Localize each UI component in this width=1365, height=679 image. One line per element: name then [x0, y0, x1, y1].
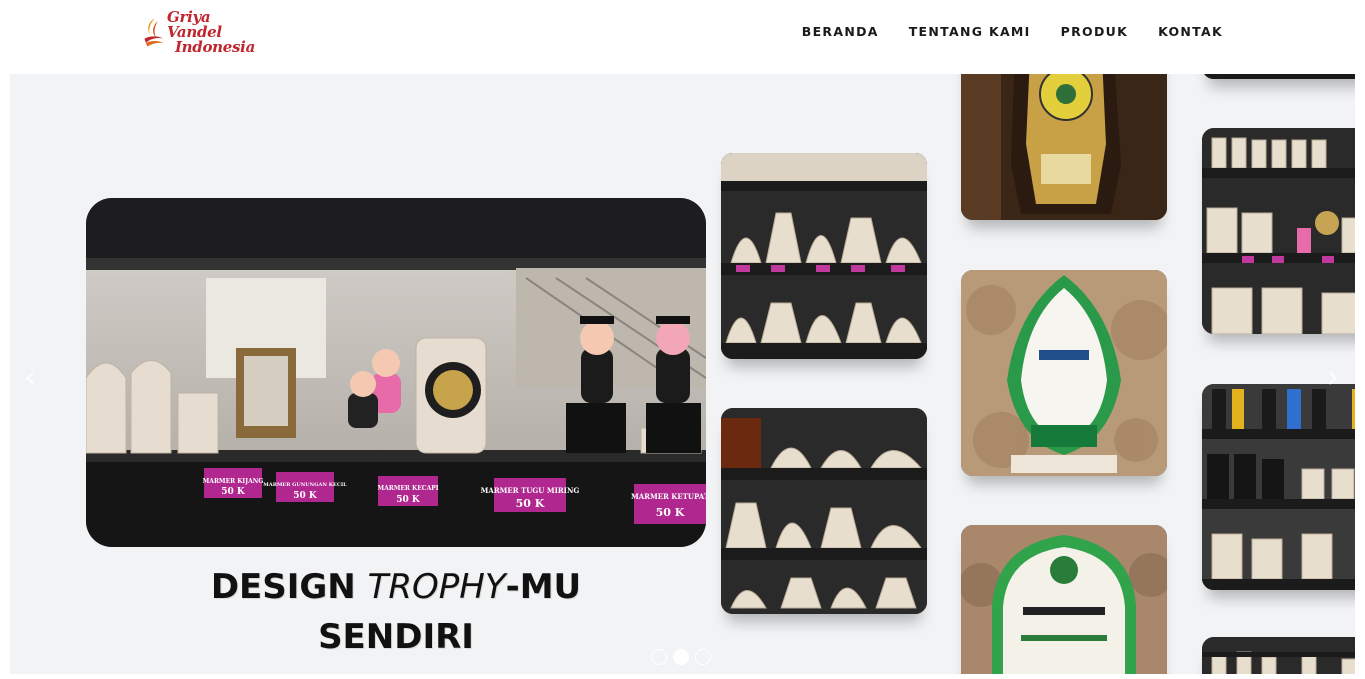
hero-main-photo: MARMER KIJANG 50 K MARMER GUNUNGAN KECIL… — [86, 198, 706, 547]
gallery-photo-4 — [961, 270, 1167, 476]
trophy-shelf-image — [1202, 384, 1355, 590]
slider-pagination — [651, 649, 711, 665]
brand-logo[interactable]: Griya Vandel Indonesia — [143, 7, 255, 56]
slider-next-button[interactable]: › — [1327, 360, 1339, 395]
price-tag-name-4: MARMER TUGU MIRING — [481, 486, 580, 495]
gallery-photo-5 — [961, 525, 1167, 674]
shelf-image — [1202, 74, 1355, 79]
slider-dot-1[interactable] — [651, 649, 667, 665]
caption-part-2: -MU — [505, 567, 582, 607]
caption-line-2: SENDIRI — [318, 617, 474, 657]
marble-shelf-image — [1202, 637, 1355, 674]
gallery-photo-9 — [1202, 637, 1355, 674]
gallery-photo-2 — [721, 408, 927, 614]
price-tag-price-1: 50 K — [221, 487, 246, 497]
price-tag-name-3: MARMER KECAPI — [377, 485, 438, 492]
gallery-photo-7 — [1202, 128, 1355, 334]
nav-link-kontak[interactable]: KONTAK — [1158, 24, 1223, 39]
marble-shelf-image — [721, 408, 927, 614]
price-tag-price-3: 50 K — [396, 495, 421, 505]
gallery-photo-1 — [721, 153, 927, 359]
site-header: Griya Vandel Indonesia BERANDA TENTANG K… — [0, 0, 1365, 74]
caption-emphasis: TROPHY — [367, 567, 506, 607]
trophy-shelf-image: MARMER KIJANG 50 K MARMER GUNUNGAN KECIL… — [86, 198, 706, 547]
brand-line-2: Indonesia — [174, 37, 255, 56]
trophy-shelf-image — [1202, 128, 1355, 334]
nav-link-produk[interactable]: PRODUK — [1061, 24, 1128, 39]
price-tag-price-4: 50 K — [516, 497, 545, 510]
marble-shelf-image — [721, 153, 927, 359]
flame-logo-icon — [144, 18, 164, 47]
school-plaque-image — [961, 525, 1167, 674]
main-nav: BERANDA TENTANG KAMI PRODUK KONTAK — [802, 24, 1223, 39]
brand-name: Griya Vandel Indonesia — [166, 7, 255, 56]
slider-dot-3[interactable] — [695, 649, 711, 665]
nav-link-tentang-kami[interactable]: TENTANG KAMI — [909, 24, 1031, 39]
gallery-photo-6 — [1202, 74, 1355, 79]
green-plaque-image — [961, 270, 1167, 476]
hero-caption: DESIGN TROPHY-MU SENDIRI — [86, 562, 706, 662]
wooden-plaque-image — [961, 74, 1167, 220]
price-tag-price-2: 50 K — [293, 491, 318, 501]
price-tag-price-5: 50 K — [656, 506, 685, 519]
price-tag-name-2: MARMER GUNUNGAN KECIL — [263, 482, 347, 488]
gallery-photo-8 — [1202, 384, 1355, 590]
brand-line-1: Griya Vandel — [166, 7, 222, 41]
price-tag-name-5: MARMER KETUPAT — [631, 492, 706, 501]
price-tag-name-1: MARMER KIJANG — [203, 478, 264, 485]
gallery-photo-3 — [961, 74, 1167, 220]
slider-dot-2[interactable] — [673, 649, 689, 665]
hero-slider: MARMER KIJANG 50 K MARMER GUNUNGAN KECIL… — [10, 74, 1355, 674]
nav-link-beranda[interactable]: BERANDA — [802, 24, 879, 39]
slider-prev-button[interactable]: ‹ — [24, 360, 36, 395]
caption-part-1: DESIGN — [210, 567, 368, 607]
